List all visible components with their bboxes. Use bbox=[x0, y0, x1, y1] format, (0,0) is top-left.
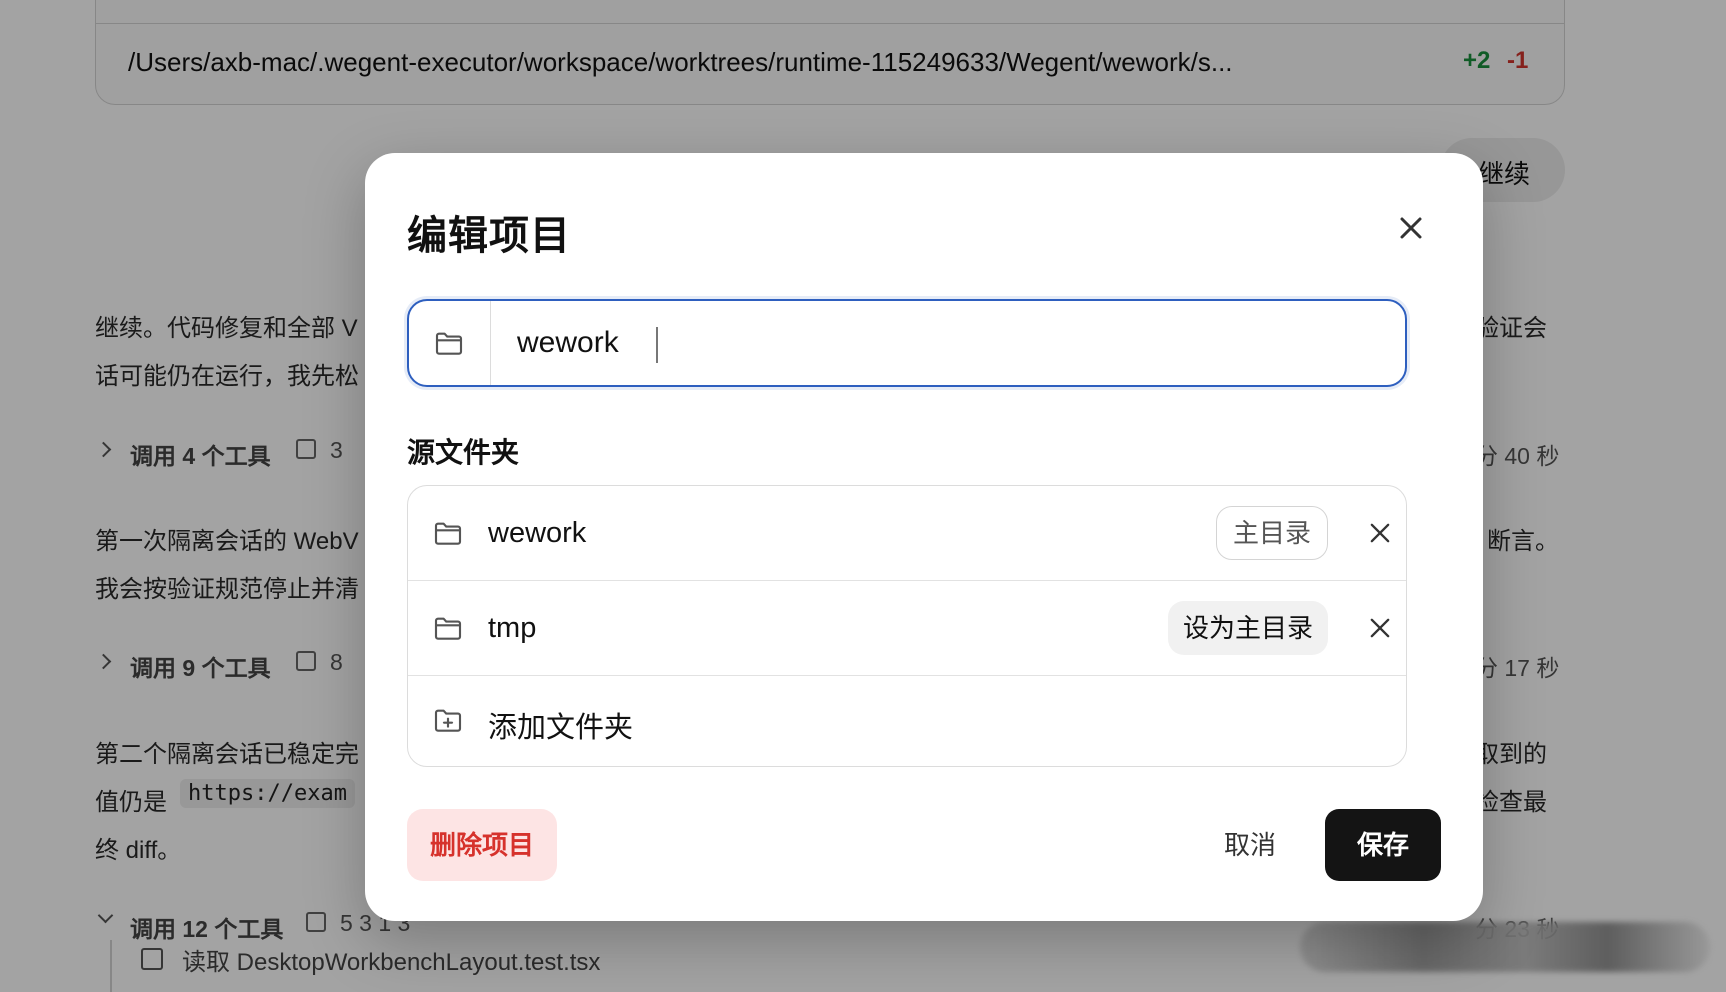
remove-folder-button[interactable] bbox=[1366, 519, 1394, 547]
remove-folder-button[interactable] bbox=[1366, 614, 1394, 642]
project-name-input[interactable] bbox=[517, 321, 1387, 365]
save-button[interactable]: 保存 bbox=[1325, 809, 1441, 881]
close-button[interactable] bbox=[1393, 210, 1429, 246]
folder-name: tmp bbox=[488, 612, 537, 644]
text-caret bbox=[656, 327, 658, 363]
x-icon bbox=[1370, 523, 1390, 543]
project-name-field[interactable] bbox=[407, 299, 1407, 387]
x-icon bbox=[1370, 618, 1390, 638]
delete-project-button[interactable]: 删除项目 bbox=[407, 809, 557, 881]
folder-row-wework[interactable]: wework 主目录 bbox=[408, 486, 1406, 581]
folder-icon bbox=[434, 522, 462, 545]
set-main-folder-button[interactable]: 设为主目录 bbox=[1168, 601, 1328, 655]
cancel-button[interactable]: 取消 bbox=[1205, 809, 1295, 881]
folder-row-tmp[interactable]: tmp 设为主目录 bbox=[408, 581, 1406, 676]
folder-icon bbox=[435, 332, 463, 355]
add-folder-row[interactable]: 添加文件夹 bbox=[408, 676, 1406, 766]
folder-plus-icon bbox=[434, 709, 462, 732]
dialog-title: 编辑项目 bbox=[407, 214, 571, 258]
name-field-icon-cell bbox=[409, 301, 491, 385]
add-folder-label: 添加文件夹 bbox=[488, 712, 634, 744]
folder-icon bbox=[434, 617, 462, 640]
source-folder-list: wework 主目录 tmp 设为主目录 添加文件夹 bbox=[407, 485, 1407, 767]
folder-name: wework bbox=[488, 517, 587, 549]
close-icon bbox=[1400, 217, 1422, 239]
main-folder-badge: 主目录 bbox=[1216, 506, 1328, 560]
source-folders-label: 源文件夹 bbox=[407, 437, 520, 468]
edit-project-dialog: 编辑项目 源文件夹 wework 主目录 bbox=[365, 153, 1483, 921]
